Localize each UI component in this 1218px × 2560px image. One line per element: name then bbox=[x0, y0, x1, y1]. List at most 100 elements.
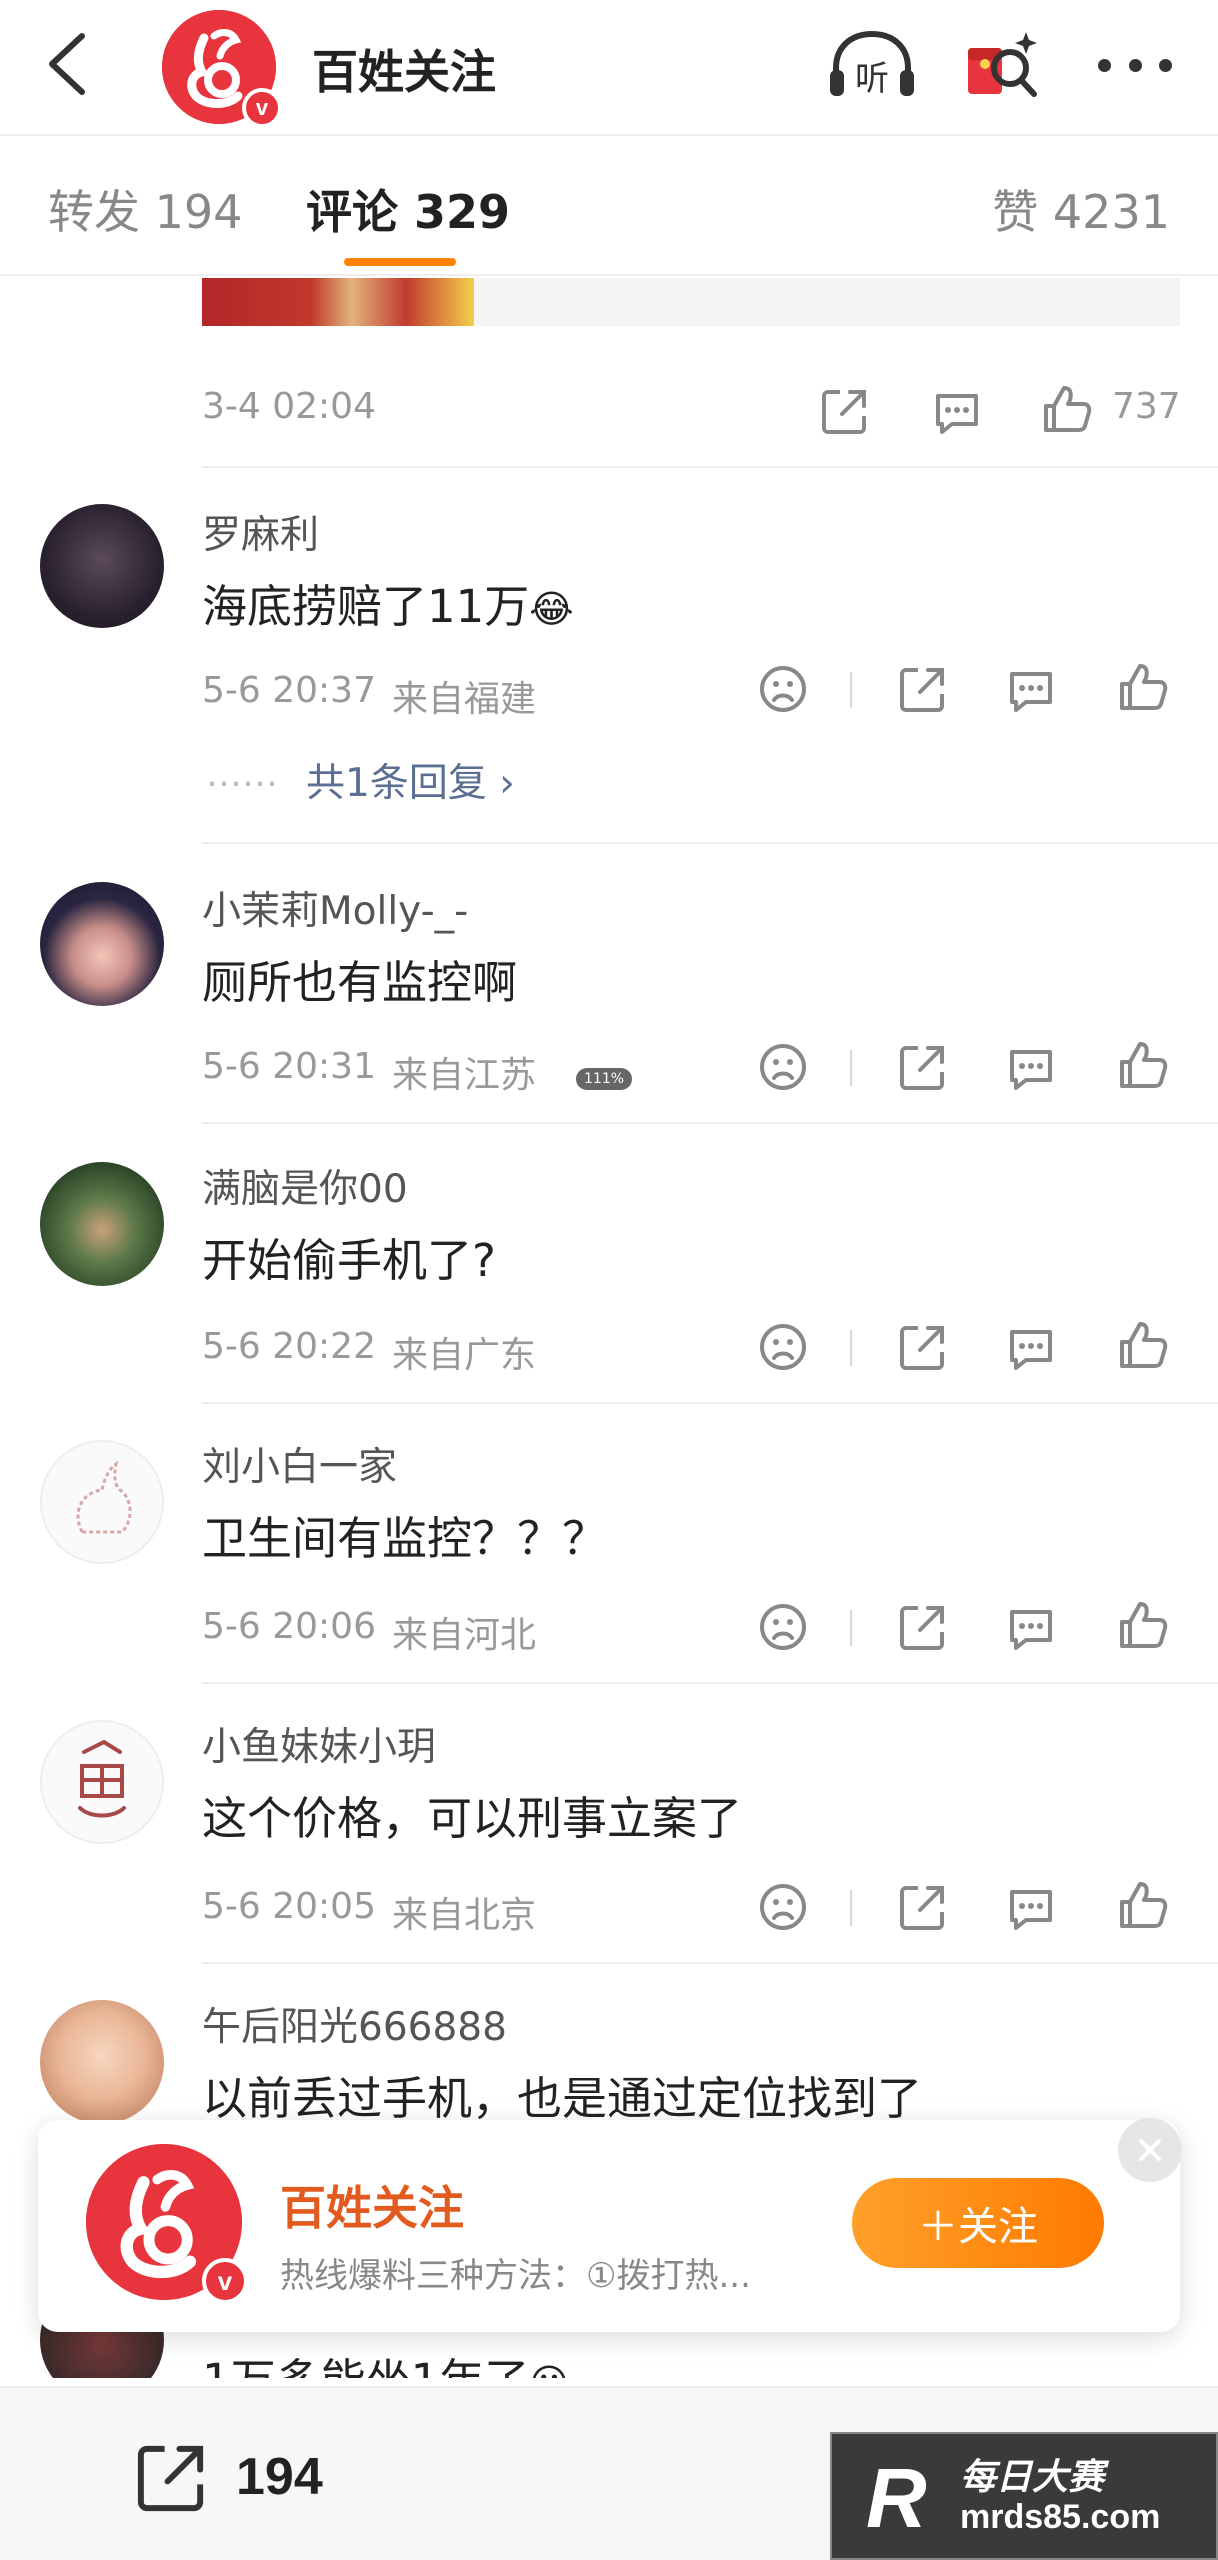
comment-image[interactable] bbox=[202, 278, 1180, 326]
comment-time: 5-6 20:05 bbox=[202, 1886, 376, 1927]
avatar[interactable] bbox=[40, 1162, 164, 1286]
repost-count: 194 bbox=[236, 2448, 323, 2506]
tab-likes[interactable]: 赞 4231 bbox=[992, 176, 1170, 242]
comment-icon[interactable] bbox=[1004, 1322, 1058, 1376]
comment-list[interactable]: 3-4 02:04 737 罗麻利 海底捞赔了11万😂 5-6 20:37 来自… bbox=[0, 278, 1218, 2378]
fish-glyph-avatar-icon bbox=[78, 1739, 126, 1818]
dislike-face-icon[interactable] bbox=[756, 1320, 810, 1374]
listen-button[interactable]: 听 bbox=[826, 28, 918, 104]
listen-label: 听 bbox=[855, 59, 889, 99]
like-icon[interactable] bbox=[1116, 1318, 1170, 1372]
comment-icon[interactable] bbox=[1004, 664, 1058, 718]
repost-icon[interactable] bbox=[896, 662, 950, 716]
popup-close-button[interactable] bbox=[1118, 2118, 1182, 2182]
dislike-face-icon[interactable] bbox=[756, 1600, 810, 1654]
action-separator bbox=[850, 1050, 852, 1086]
account-avatar[interactable]: v bbox=[162, 10, 282, 128]
comment-picture[interactable] bbox=[202, 278, 474, 326]
popup-account-name[interactable]: 百姓关注 bbox=[280, 2172, 464, 2238]
tab-reposts[interactable]: 转发 194 bbox=[48, 176, 242, 242]
avatar[interactable] bbox=[40, 2000, 164, 2124]
comment-location: 来自广东 bbox=[392, 1335, 537, 1376]
comment-time: 5-6 20:37 bbox=[202, 670, 376, 711]
like-icon[interactable] bbox=[1116, 1878, 1170, 1932]
avatar[interactable] bbox=[40, 882, 164, 1006]
comment-text-content: 海底捞赔了11万 bbox=[202, 580, 530, 633]
view-replies-link[interactable]: 共1条回复 › bbox=[306, 752, 515, 808]
comment-author[interactable]: 小茉莉Molly-_- bbox=[202, 880, 468, 936]
action-separator bbox=[850, 1890, 852, 1926]
comment-text: 这个价格，可以刑事立案了 bbox=[202, 1792, 743, 1845]
repost-icon[interactable] bbox=[818, 384, 872, 438]
comment-time: 5-6 20:06 bbox=[202, 1606, 376, 1647]
repost-icon[interactable] bbox=[896, 1880, 950, 1934]
comment-text: 1万多能坐1年了😶 bbox=[202, 2344, 569, 2378]
site-watermark: R 每日大赛 mrds85.com bbox=[830, 2432, 1218, 2560]
red-packet-search-button[interactable] bbox=[964, 26, 1044, 106]
popup-account-avatar[interactable]: v bbox=[86, 2144, 248, 2304]
level-badge: 111% bbox=[576, 1068, 633, 1090]
comment-icon[interactable] bbox=[1004, 1602, 1058, 1656]
laughing-emoji-icon: 😂 bbox=[529, 587, 574, 631]
avatar[interactable] bbox=[40, 504, 164, 628]
comment-icon[interactable] bbox=[930, 386, 984, 440]
comment-text: 厕所也有监控啊 bbox=[202, 956, 518, 1009]
comment-author[interactable]: 午后阳光666888 bbox=[202, 1996, 507, 2052]
comment-time: 5-6 20:31 bbox=[202, 1046, 376, 1087]
speechless-emoji-icon: 😶 bbox=[529, 2361, 569, 2378]
comment-text: 卫生间有监控？？？ bbox=[202, 1512, 608, 1565]
page-title: 百姓关注 bbox=[312, 45, 496, 99]
tab-comments[interactable]: 评论 329 bbox=[306, 176, 510, 242]
dislike-face-icon[interactable] bbox=[756, 1040, 810, 1094]
repost-icon[interactable] bbox=[896, 1040, 950, 1094]
watermark-logo: R bbox=[866, 2451, 927, 2545]
comment-icon[interactable] bbox=[1004, 1882, 1058, 1936]
follow-button[interactable]: ＋关注 bbox=[852, 2178, 1104, 2268]
like-icon[interactable] bbox=[1040, 382, 1094, 436]
like-icon[interactable] bbox=[1116, 1598, 1170, 1652]
comment-text: 开始偷手机了? bbox=[202, 1234, 496, 1287]
comment-text: 海底捞赔了11万😂 bbox=[202, 570, 574, 635]
repost-icon[interactable] bbox=[896, 1320, 950, 1374]
tab-bar: 转发 194 评论 329 赞 4231 bbox=[0, 134, 1218, 276]
like-icon[interactable] bbox=[1116, 1038, 1170, 1092]
verified-badge: v bbox=[202, 2258, 248, 2304]
back-arrow-icon bbox=[49, 33, 85, 95]
comment-author[interactable]: 刘小白一家 bbox=[202, 1436, 397, 1492]
comment-divider bbox=[202, 1682, 1218, 1684]
close-icon bbox=[1139, 2139, 1161, 2161]
more-button[interactable] bbox=[1090, 40, 1180, 90]
follow-popup: v 百姓关注 热线爆料三种方法：①拨打热... ＋关注 bbox=[38, 2120, 1180, 2332]
comment-location: 来自河北 bbox=[392, 1615, 537, 1656]
replies-count-label: 共1条回复 bbox=[306, 761, 487, 806]
repost-icon bbox=[137, 2445, 204, 2512]
dislike-face-icon[interactable] bbox=[756, 1880, 810, 1934]
comment-divider bbox=[202, 1402, 1218, 1404]
comment-author[interactable]: 满脑是你00 bbox=[202, 1158, 408, 1214]
headphones-icon: 听 bbox=[830, 30, 914, 99]
action-separator bbox=[850, 672, 852, 708]
comment-author[interactable]: 小鱼妹妹小玥 bbox=[202, 1716, 436, 1772]
comment-divider bbox=[202, 1122, 1218, 1124]
comment-text: 以前丢过手机，也是通过定位找到了 bbox=[202, 2072, 923, 2125]
back-button[interactable] bbox=[34, 26, 98, 102]
red-packet-icon bbox=[968, 32, 1037, 97]
repost-icon[interactable] bbox=[896, 1600, 950, 1654]
avatar[interactable] bbox=[40, 1720, 164, 1844]
like-icon[interactable] bbox=[1116, 660, 1170, 714]
watermark-title: 每日大赛 bbox=[960, 2457, 1105, 2498]
more-dot-icon bbox=[1159, 58, 1172, 72]
comment-time: 3-4 02:04 bbox=[202, 386, 376, 427]
avatar[interactable] bbox=[40, 1440, 164, 1564]
repost-button[interactable]: 194 bbox=[130, 2432, 323, 2522]
comment-location: 来自江苏 bbox=[392, 1055, 537, 1096]
watermark-url: mrds85.com bbox=[960, 2498, 1161, 2536]
dislike-face-icon[interactable] bbox=[756, 662, 810, 716]
more-dot-icon bbox=[1098, 58, 1111, 72]
verified-badge: v bbox=[242, 88, 282, 128]
comment-time: 5-6 20:22 bbox=[202, 1326, 376, 1367]
comment-icon[interactable] bbox=[1004, 1042, 1058, 1096]
comment-divider bbox=[202, 1962, 1218, 1964]
comment-author[interactable]: 罗麻利 bbox=[202, 504, 319, 560]
chevron-right-icon: › bbox=[486, 761, 515, 806]
